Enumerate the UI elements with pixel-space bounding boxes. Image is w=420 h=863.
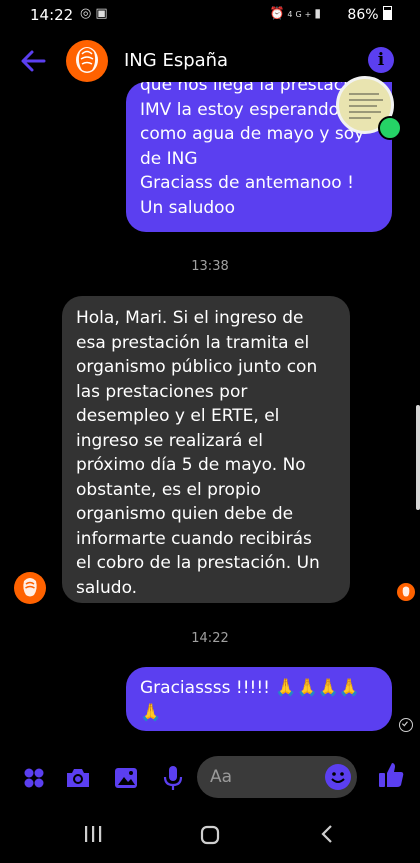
message-line: ingreso se realizará el — [76, 430, 264, 451]
message-line: saludo. — [76, 577, 138, 598]
info-icon[interactable]: i — [368, 47, 394, 73]
home-icon[interactable] — [200, 825, 220, 845]
seen-avatar — [397, 583, 415, 601]
message-line: de ING — [140, 148, 198, 169]
message-bubble-incoming[interactable]: Hola, Mari. Si el ingreso de esa prestac… — [62, 296, 350, 603]
alarm-icon: ⏰ — [269, 6, 288, 20]
gallery-icon[interactable] — [112, 764, 140, 792]
like-icon[interactable] — [376, 760, 406, 790]
message-line: organismo quien debe de — [76, 504, 294, 524]
battery-level: 86% — [347, 7, 379, 23]
status-time: 14:22 — [30, 6, 74, 24]
ing-lion-icon — [402, 586, 410, 597]
message-line: Graciassss !!!!! 🙏🙏🙏🙏 — [140, 678, 361, 698]
message-line: desempleo y el ERTE, el — [76, 406, 280, 426]
message-line: informarte cuando recibirás — [76, 528, 312, 549]
ing-lion-icon — [76, 47, 98, 73]
back-nav-icon[interactable] — [320, 824, 334, 844]
message-line: obstante, es el propio — [76, 479, 261, 500]
status-battery: 86% — [347, 6, 392, 23]
message-line: próximo día 5 de mayo. No — [76, 455, 306, 475]
message-line: Un saludoo — [140, 197, 235, 218]
message-line: 🙏 — [140, 702, 162, 723]
apps-icon[interactable] — [20, 764, 48, 792]
message-timestamp: 13:38 — [191, 259, 229, 274]
message-line: el cobro de la prestación. Un — [76, 553, 320, 573]
camera-icon[interactable] — [64, 764, 92, 792]
page-title: ING España — [124, 50, 229, 71]
message-line: esa prestación la tramita el — [76, 332, 310, 353]
message-bubble-outgoing[interactable]: Graciassss !!!!! 🙏🙏🙏🙏 🙏 — [126, 667, 392, 731]
message-line: Graciass de antemanoo ! — [140, 173, 354, 193]
microphone-icon[interactable] — [159, 764, 187, 792]
read-receipt-icon — [399, 718, 413, 732]
4g-icon: 4G+ — [287, 10, 315, 19]
status-right-icons: ⏰4G+▮ — [269, 6, 324, 20]
status-left-icons: ◎▣ — [80, 6, 112, 21]
message-composer — [0, 754, 420, 800]
message-line: organismo público junto con — [76, 357, 318, 377]
message-timestamp: 14:22 — [191, 631, 229, 646]
system-nav-bar — [0, 806, 420, 863]
whatsapp-icon — [378, 116, 402, 140]
recent-apps-icon[interactable] — [83, 825, 103, 843]
message-line: las prestaciones por — [76, 381, 248, 402]
whatsapp-icon: ◎ — [80, 6, 96, 21]
scrollbar-thumb[interactable] — [416, 405, 420, 510]
sender-avatar[interactable] — [14, 572, 46, 604]
battery-icon — [383, 6, 392, 20]
back-arrow-icon[interactable] — [18, 46, 48, 76]
notification-icon: ▣ — [95, 6, 112, 21]
status-bar: 14:22 ◎▣ ⏰4G+▮ 86% — [0, 0, 420, 30]
message-line: como agua de mayo y soy — [140, 124, 365, 144]
avatar[interactable] — [66, 40, 108, 82]
emoji-icon[interactable] — [325, 764, 351, 790]
signal-icon: ▮ — [314, 6, 324, 20]
message-line: Hola, Mari. Si el ingreso de — [76, 308, 304, 328]
ing-lion-icon — [23, 578, 37, 597]
